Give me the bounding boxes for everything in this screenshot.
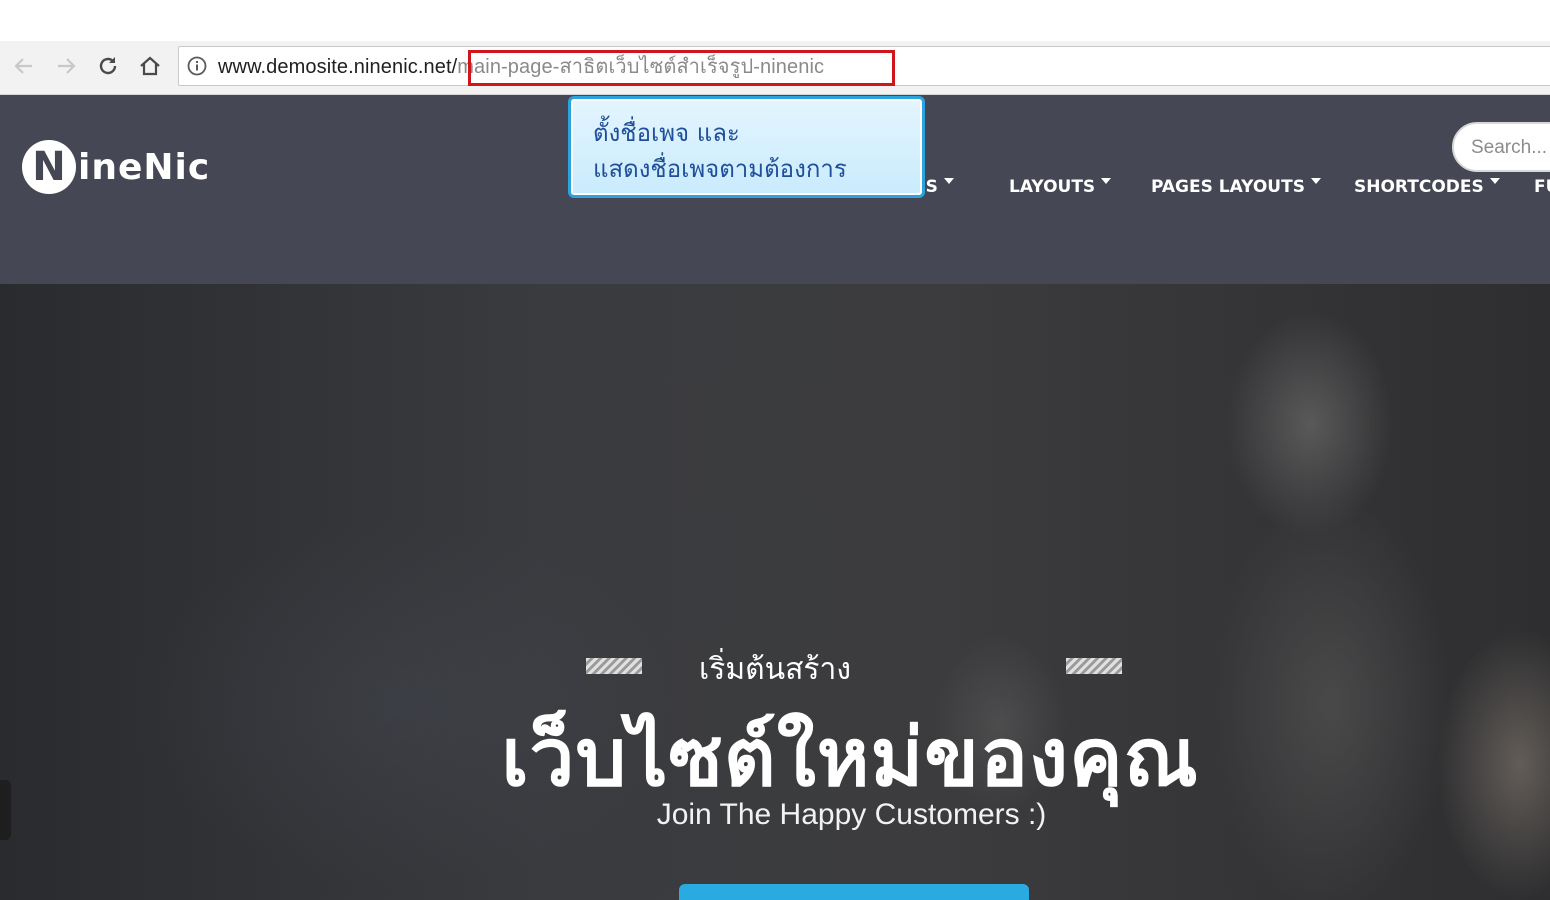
search-input[interactable]: Search...	[1452, 122, 1550, 172]
forward-arrow-icon[interactable]	[52, 52, 80, 80]
menu-item-features[interactable]: FU	[1534, 177, 1550, 197]
callout-line-2: แสดงชื่อเพจตามต้องการ	[593, 155, 847, 183]
logo-text: ineNic	[78, 146, 211, 188]
url-host: www.demosite.ninenic.net/	[218, 56, 458, 78]
reload-icon[interactable]	[94, 52, 122, 80]
home-icon[interactable]	[136, 52, 164, 80]
caret-down-icon	[943, 178, 954, 184]
back-arrow-icon[interactable]	[10, 52, 38, 80]
menu-item-label: SHORTCODES	[1354, 177, 1484, 197]
menu-item-shortcodes[interactable]: SHORTCODES	[1354, 177, 1500, 197]
callout-box: ตั้งชื่อเพจ และ แสดงชื่อเพจตามต้องการ	[568, 96, 925, 198]
tab-strip	[0, 0, 1550, 41]
search-placeholder: Search...	[1471, 137, 1548, 158]
site-logo[interactable]: N ineNic	[22, 137, 210, 197]
url-highlight-box	[468, 50, 895, 86]
menu-item-label: PAGES LAYOUTS	[1151, 177, 1305, 197]
logo-initial: N	[32, 144, 66, 190]
info-icon[interactable]	[187, 56, 207, 76]
menu-item-label: LAYOUTS	[1009, 177, 1096, 197]
hero-cta-button[interactable]	[679, 884, 1029, 900]
callout-text: ตั้งชื่อเพจ และ แสดงชื่อเพจตามต้องการ	[593, 115, 847, 187]
caret-down-icon	[1310, 178, 1321, 184]
caret-down-icon	[1489, 178, 1500, 184]
menu-item-pages-layouts[interactable]: PAGES LAYOUTS	[1151, 177, 1321, 197]
logo-circle: N	[22, 140, 76, 194]
caret-down-icon	[1101, 178, 1112, 184]
hero-subtitle: เริ่มต้นสร้าง	[698, 652, 852, 687]
callout-line-1: ตั้งชื่อเพจ และ	[593, 119, 740, 147]
hero-banner: เริ่มต้นสร้าง เว็บไซต์ใหม่ของคุณ Join Th…	[0, 284, 1550, 900]
menu-item-label: FU	[1534, 177, 1550, 197]
hero-tagline: Join The Happy Customers :)	[656, 798, 1047, 831]
menu-item-layouts[interactable]: LAYOUTS	[1009, 177, 1112, 197]
